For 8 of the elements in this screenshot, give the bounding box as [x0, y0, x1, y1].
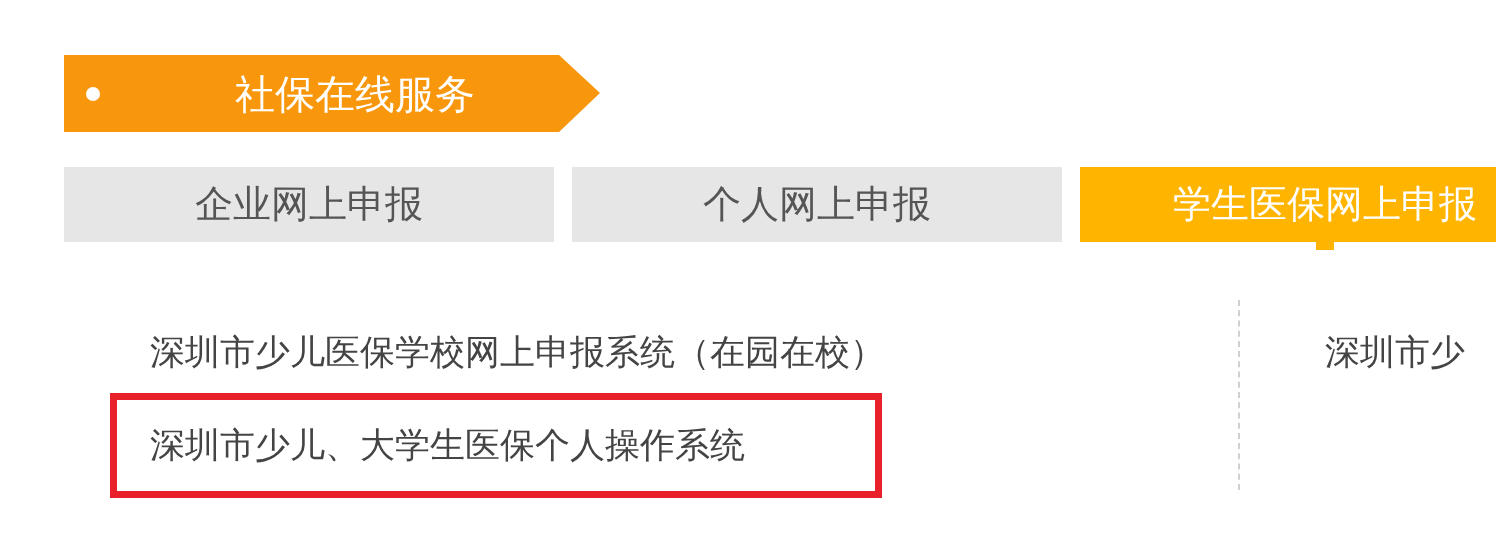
system-link[interactable]: 深圳市少	[1325, 332, 1465, 372]
tab-pointer	[1316, 242, 1334, 250]
bullet-icon	[86, 86, 100, 101]
system-link[interactable]: 深圳市少儿、大学生医保个人操作系统	[150, 425, 745, 465]
section-title: 社保在线服务	[235, 73, 475, 114]
tab[interactable]: 个人网上申报	[572, 167, 1062, 242]
system-link[interactable]: 深圳市少儿医保学校网上申报系统（在园在校）	[150, 332, 885, 372]
tab[interactable]: 企业网上申报	[64, 167, 554, 242]
